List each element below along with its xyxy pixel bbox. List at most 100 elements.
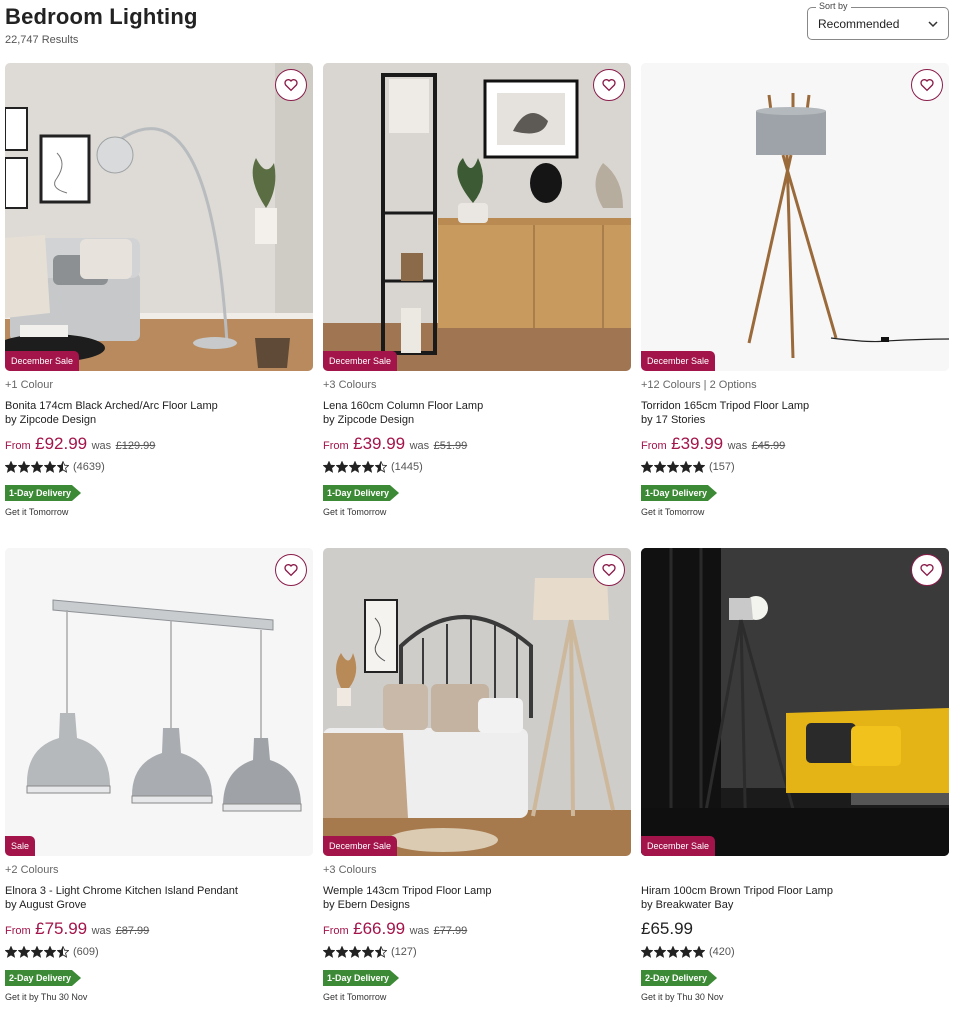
rating[interactable]: (157) bbox=[641, 459, 949, 474]
review-count: (4639) bbox=[73, 460, 105, 473]
price: £66.99 bbox=[353, 919, 406, 938]
favourite-button[interactable] bbox=[275, 554, 307, 586]
favourite-button[interactable] bbox=[911, 554, 943, 586]
product-name[interactable]: Hiram 100cm Brown Tripod Floor Lamp by B… bbox=[641, 884, 949, 912]
delivery-estimate: Get it by Thu 30 Nov bbox=[5, 992, 88, 1002]
star-rating bbox=[323, 460, 388, 473]
delivery-estimate: Get it Tomorrow bbox=[323, 507, 387, 517]
product-image[interactable]: December Sale bbox=[323, 63, 631, 371]
rating[interactable]: (609) bbox=[5, 944, 313, 959]
product-name[interactable]: Bonita 174cm Black Arched/Arc Floor Lamp… bbox=[5, 399, 313, 427]
sort-dropdown[interactable]: Sort by Recommended bbox=[807, 1, 949, 40]
colour-options[interactable]: +1 Colour bbox=[5, 379, 313, 394]
product-card[interactable]: December Sale Hiram 100cm Brown Tripod F… bbox=[641, 548, 949, 1002]
price: £92.99 bbox=[35, 434, 88, 453]
column-floor-lamp-photo bbox=[323, 63, 631, 371]
product-title: Elnora 3 - Light Chrome Kitchen Island P… bbox=[5, 885, 238, 897]
product-card[interactable]: December Sale +12 Colours | 2 Options To… bbox=[641, 63, 949, 517]
colour-options[interactable]: +12 Colours | 2 Options bbox=[641, 379, 949, 394]
star-icon bbox=[667, 460, 679, 473]
product-image[interactable]: December Sale bbox=[641, 548, 949, 856]
was-label: was bbox=[727, 440, 748, 452]
star-icon bbox=[57, 460, 69, 473]
heart-icon bbox=[284, 79, 298, 92]
sort-value: Recommended bbox=[818, 17, 900, 31]
product-image[interactable]: December Sale bbox=[5, 63, 313, 371]
price: £65.99 bbox=[641, 919, 693, 938]
sale-badge: December Sale bbox=[5, 351, 80, 371]
favourite-button[interactable] bbox=[593, 554, 625, 586]
product-brand: by Zipcode Design bbox=[5, 414, 97, 426]
product-image[interactable]: Sale bbox=[5, 548, 313, 856]
star-icon bbox=[336, 460, 348, 473]
sale-badge: December Sale bbox=[323, 351, 398, 371]
price: £75.99 bbox=[35, 919, 88, 938]
star-icon bbox=[18, 945, 30, 958]
star-icon bbox=[667, 945, 679, 958]
product-name[interactable]: Torridon 165cm Tripod Floor Lamp by 17 S… bbox=[641, 399, 949, 427]
page-header: Bedroom Lighting 22,747 Results bbox=[5, 4, 198, 46]
chevron-down-icon bbox=[928, 21, 938, 28]
product-brand: by 17 Stories bbox=[641, 414, 706, 426]
heart-icon bbox=[602, 564, 616, 577]
product-card[interactable]: Sale +2 Colours Elnora 3 - Light Chrome … bbox=[5, 548, 313, 1002]
product-brand: by Breakwater Bay bbox=[641, 899, 734, 911]
spotlight-tripod-lamp-photo bbox=[641, 548, 949, 856]
star-icon bbox=[375, 945, 387, 958]
product-name[interactable]: Wemple 143cm Tripod Floor Lamp by Ebern … bbox=[323, 884, 631, 912]
tripod-floor-lamp-photo bbox=[641, 63, 949, 371]
star-icon bbox=[5, 945, 17, 958]
star-icon bbox=[44, 945, 56, 958]
favourite-button[interactable] bbox=[911, 69, 943, 101]
review-count: (1445) bbox=[391, 460, 423, 473]
product-image[interactable]: December Sale bbox=[641, 63, 949, 371]
colour-options[interactable]: +3 Colours bbox=[323, 379, 631, 394]
page-title: Bedroom Lighting bbox=[5, 4, 198, 29]
product-brand: by August Grove bbox=[5, 899, 87, 911]
product-name[interactable]: Elnora 3 - Light Chrome Kitchen Island P… bbox=[5, 884, 313, 912]
rating[interactable]: (1445) bbox=[323, 459, 631, 474]
star-rating bbox=[5, 945, 70, 958]
colour-options[interactable]: +2 Colours bbox=[5, 864, 313, 879]
favourite-button[interactable] bbox=[593, 69, 625, 101]
star-icon bbox=[336, 945, 348, 958]
result-count: 22,747 Results bbox=[5, 34, 79, 46]
was-price: £129.99 bbox=[115, 440, 156, 452]
price: £39.99 bbox=[671, 434, 724, 453]
product-image[interactable]: December Sale bbox=[323, 548, 631, 856]
colour-options[interactable]: +3 Colours bbox=[323, 864, 631, 879]
was-price: £87.99 bbox=[115, 925, 150, 937]
review-count: (420) bbox=[709, 945, 735, 958]
star-icon bbox=[5, 460, 17, 473]
star-icon bbox=[693, 460, 705, 473]
product-title: Bonita 174cm Black Arched/Arc Floor Lamp bbox=[5, 400, 218, 412]
star-icon bbox=[654, 945, 666, 958]
star-icon bbox=[349, 460, 361, 473]
delivery-badge: 1-Day Delivery bbox=[323, 485, 400, 501]
star-icon bbox=[654, 460, 666, 473]
sort-label: Sort by bbox=[816, 1, 851, 11]
rating[interactable]: (127) bbox=[323, 944, 631, 959]
rating[interactable]: (4639) bbox=[5, 459, 313, 474]
was-price: £51.99 bbox=[433, 440, 468, 452]
sale-badge: December Sale bbox=[323, 836, 398, 856]
favourite-button[interactable] bbox=[275, 69, 307, 101]
rating[interactable]: (420) bbox=[641, 944, 949, 959]
sale-badge: Sale bbox=[5, 836, 36, 856]
delivery-estimate: Get it by Thu 30 Nov bbox=[641, 992, 724, 1002]
product-name[interactable]: Lena 160cm Column Floor Lamp by Zipcode … bbox=[323, 399, 631, 427]
product-card[interactable]: December Sale +3 Colours Wemple 143cm Tr… bbox=[323, 548, 631, 1002]
star-icon bbox=[18, 460, 30, 473]
price-from-label: From bbox=[323, 925, 349, 937]
heart-icon bbox=[920, 79, 934, 92]
sale-badge: December Sale bbox=[641, 351, 716, 371]
was-price: £45.99 bbox=[751, 440, 786, 452]
product-card[interactable]: December Sale +3 Colours Lena 160cm Colu… bbox=[323, 63, 631, 517]
product-card[interactable]: December Sale +1 Colour Bonita 174cm Bla… bbox=[5, 63, 313, 517]
delivery-badge: 1-Day Delivery bbox=[323, 970, 400, 986]
price-row: From £66.99 was £77.99 bbox=[323, 919, 631, 939]
price: £39.99 bbox=[353, 434, 406, 453]
review-count: (157) bbox=[709, 460, 735, 473]
was-label: was bbox=[91, 925, 112, 937]
product-title: Wemple 143cm Tripod Floor Lamp bbox=[323, 885, 492, 897]
